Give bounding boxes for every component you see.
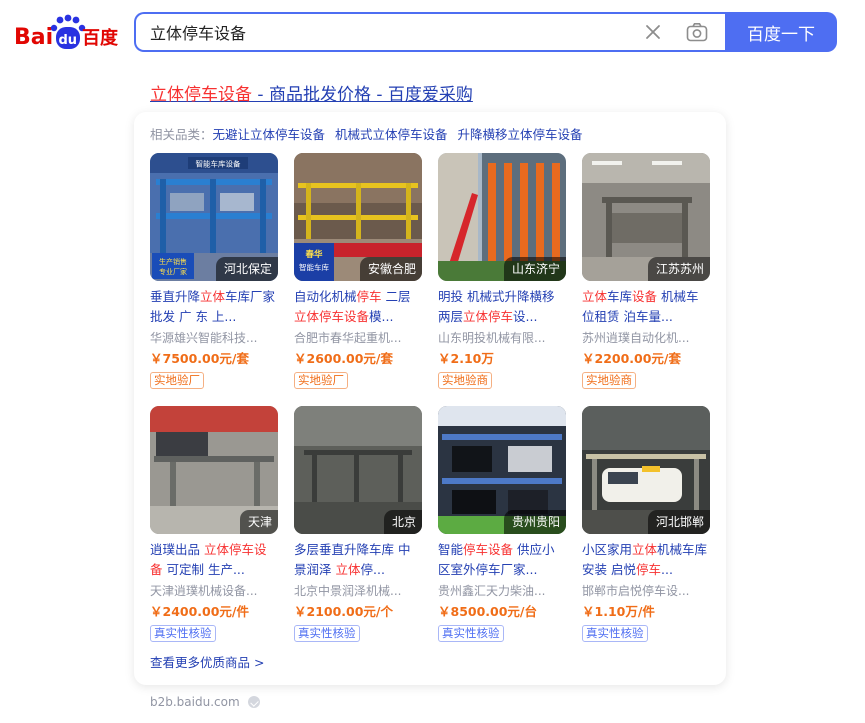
verify-badge: 实地验厂 bbox=[294, 372, 348, 389]
product-image[interactable]: 山东济宁 bbox=[438, 153, 566, 281]
product-price: ￥2100.00元/个 bbox=[294, 604, 393, 619]
product-name[interactable]: 垂直升降立体车库厂家批发 广 东 上... bbox=[150, 287, 278, 327]
product-name[interactable]: 立体车库设备 机械车位租赁 泊车量... bbox=[582, 287, 710, 327]
verify-badge: 真实性核验 bbox=[582, 625, 648, 642]
seller-name[interactable]: 苏州逍璞自动化机... bbox=[582, 329, 710, 347]
verify-badge: 真实性核验 bbox=[150, 625, 216, 642]
product-image[interactable]: 北京 bbox=[294, 406, 422, 534]
source-domain[interactable]: b2b.baidu.com bbox=[150, 695, 260, 709]
product-price: ￥2.10万 bbox=[438, 351, 494, 366]
product-price: ￥2200.00元/套 bbox=[582, 351, 681, 366]
seller-name[interactable]: 北京中景润泽机械... bbox=[294, 582, 422, 600]
related-categories: 相关品类：无避让立体停车设备 机械式立体停车设备 升降横移立体停车设备 bbox=[150, 124, 593, 143]
camera-icon[interactable] bbox=[686, 22, 708, 42]
product-image[interactable]: 江苏苏州 bbox=[582, 153, 710, 281]
location-tag: 山东济宁 bbox=[503, 257, 566, 281]
related-link-1[interactable]: 无避让立体停车设备 bbox=[213, 127, 326, 142]
location-tag: 安徽合肥 bbox=[359, 257, 422, 281]
verify-badge: 真实性核验 bbox=[294, 625, 360, 642]
search-input[interactable] bbox=[150, 14, 630, 50]
verify-badge: 实地验厂 bbox=[150, 372, 204, 389]
seller-name[interactable]: 合肥市春华起重机... bbox=[294, 329, 422, 347]
product-image[interactable]: 天津 bbox=[150, 406, 278, 534]
seller-name[interactable]: 天津逍璞机械设备... bbox=[150, 582, 278, 600]
location-tag: 贵州贵阳 bbox=[503, 510, 566, 534]
product-image[interactable]: 春华 智能车库 安徽合肥 bbox=[294, 153, 422, 281]
product-price: ￥2400.00元/件 bbox=[150, 604, 249, 619]
close-icon[interactable] bbox=[644, 23, 662, 41]
svg-text:Bai: Bai bbox=[14, 25, 53, 50]
svg-text:春华: 春华 bbox=[304, 249, 323, 260]
related-link-2[interactable]: 机械式立体停车设备 bbox=[335, 127, 448, 142]
product-name[interactable]: 多层垂直升降车库 中景润泽 立体停... bbox=[294, 540, 422, 580]
product-name[interactable]: 逍璞出品 立体停车设备 可定制 生产... bbox=[150, 540, 278, 580]
search-button[interactable]: 百度一下 bbox=[725, 12, 837, 52]
location-tag: 河北邯郸 bbox=[647, 510, 710, 534]
svg-text:生产销售: 生产销售 bbox=[159, 257, 187, 266]
related-label: 相关品类： bbox=[150, 127, 213, 142]
more-products-link[interactable]: 查看更多优质商品 > bbox=[150, 652, 264, 671]
result-title-rest: - 商品批发价格 - 百度爱采购 bbox=[252, 85, 473, 105]
seller-name[interactable]: 贵州鑫汇天力柴油... bbox=[438, 582, 566, 600]
product-name[interactable]: 自动化机械停车 二层立体停车设备模... bbox=[294, 287, 422, 327]
svg-text:专业厂家: 专业厂家 bbox=[159, 267, 187, 276]
location-tag: 北京 bbox=[383, 510, 422, 534]
domain-text: b2b.baidu.com bbox=[150, 695, 240, 709]
product-price: ￥2600.00元/套 bbox=[294, 351, 393, 366]
product-card: 相关品类：无避让立体停车设备 机械式立体停车设备 升降横移立体停车设备 智能车库… bbox=[134, 112, 726, 685]
seller-name[interactable]: 邯郸市启悦停车设... bbox=[582, 582, 710, 600]
svg-text:百度: 百度 bbox=[82, 27, 119, 49]
verify-badge: 真实性核验 bbox=[438, 625, 504, 642]
product-image[interactable]: 贵州贵阳 bbox=[438, 406, 566, 534]
verify-badge: 实地验商 bbox=[438, 372, 492, 389]
search-box bbox=[134, 12, 727, 52]
product-price: ￥8500.00元/台 bbox=[438, 604, 537, 619]
product-name[interactable]: 小区家用立体机械车库安装 启悦停车... bbox=[582, 540, 710, 580]
svg-text:智能车库设备: 智能车库设备 bbox=[196, 159, 241, 169]
product-name[interactable]: 明投 机械式升降横移两层立体停车设... bbox=[438, 287, 566, 327]
product-price: ￥7500.00元/套 bbox=[150, 351, 249, 366]
related-link-3[interactable]: 升降横移立体停车设备 bbox=[458, 127, 583, 142]
svg-text:智能车库: 智能车库 bbox=[299, 262, 329, 272]
verified-icon bbox=[247, 696, 260, 708]
seller-name[interactable]: 山东明投机械有限... bbox=[438, 329, 566, 347]
product-name[interactable]: 智能停车设备 供应小区室外停车厂家... bbox=[438, 540, 566, 580]
verify-badge: 实地验商 bbox=[582, 372, 636, 389]
product-price: ￥1.10万/件 bbox=[582, 604, 655, 619]
result-title-highlight: 立体停车设备 bbox=[150, 85, 252, 105]
location-tag: 江苏苏州 bbox=[647, 257, 710, 281]
location-tag: 河北保定 bbox=[215, 257, 278, 281]
result-title-link[interactable]: 立体停车设备 - 商品批发价格 - 百度爱采购 bbox=[150, 80, 473, 105]
product-image[interactable]: 河北邯郸 bbox=[582, 406, 710, 534]
seller-name[interactable]: 华源雄兴智能科技... bbox=[150, 329, 278, 347]
product-image[interactable]: 智能车库设备 生产销售 专业厂家 河北保定 bbox=[150, 153, 278, 281]
baidu-logo[interactable]: Bai du 百度 bbox=[14, 14, 120, 54]
location-tag: 天津 bbox=[239, 510, 278, 534]
svg-text:du: du bbox=[59, 33, 78, 48]
